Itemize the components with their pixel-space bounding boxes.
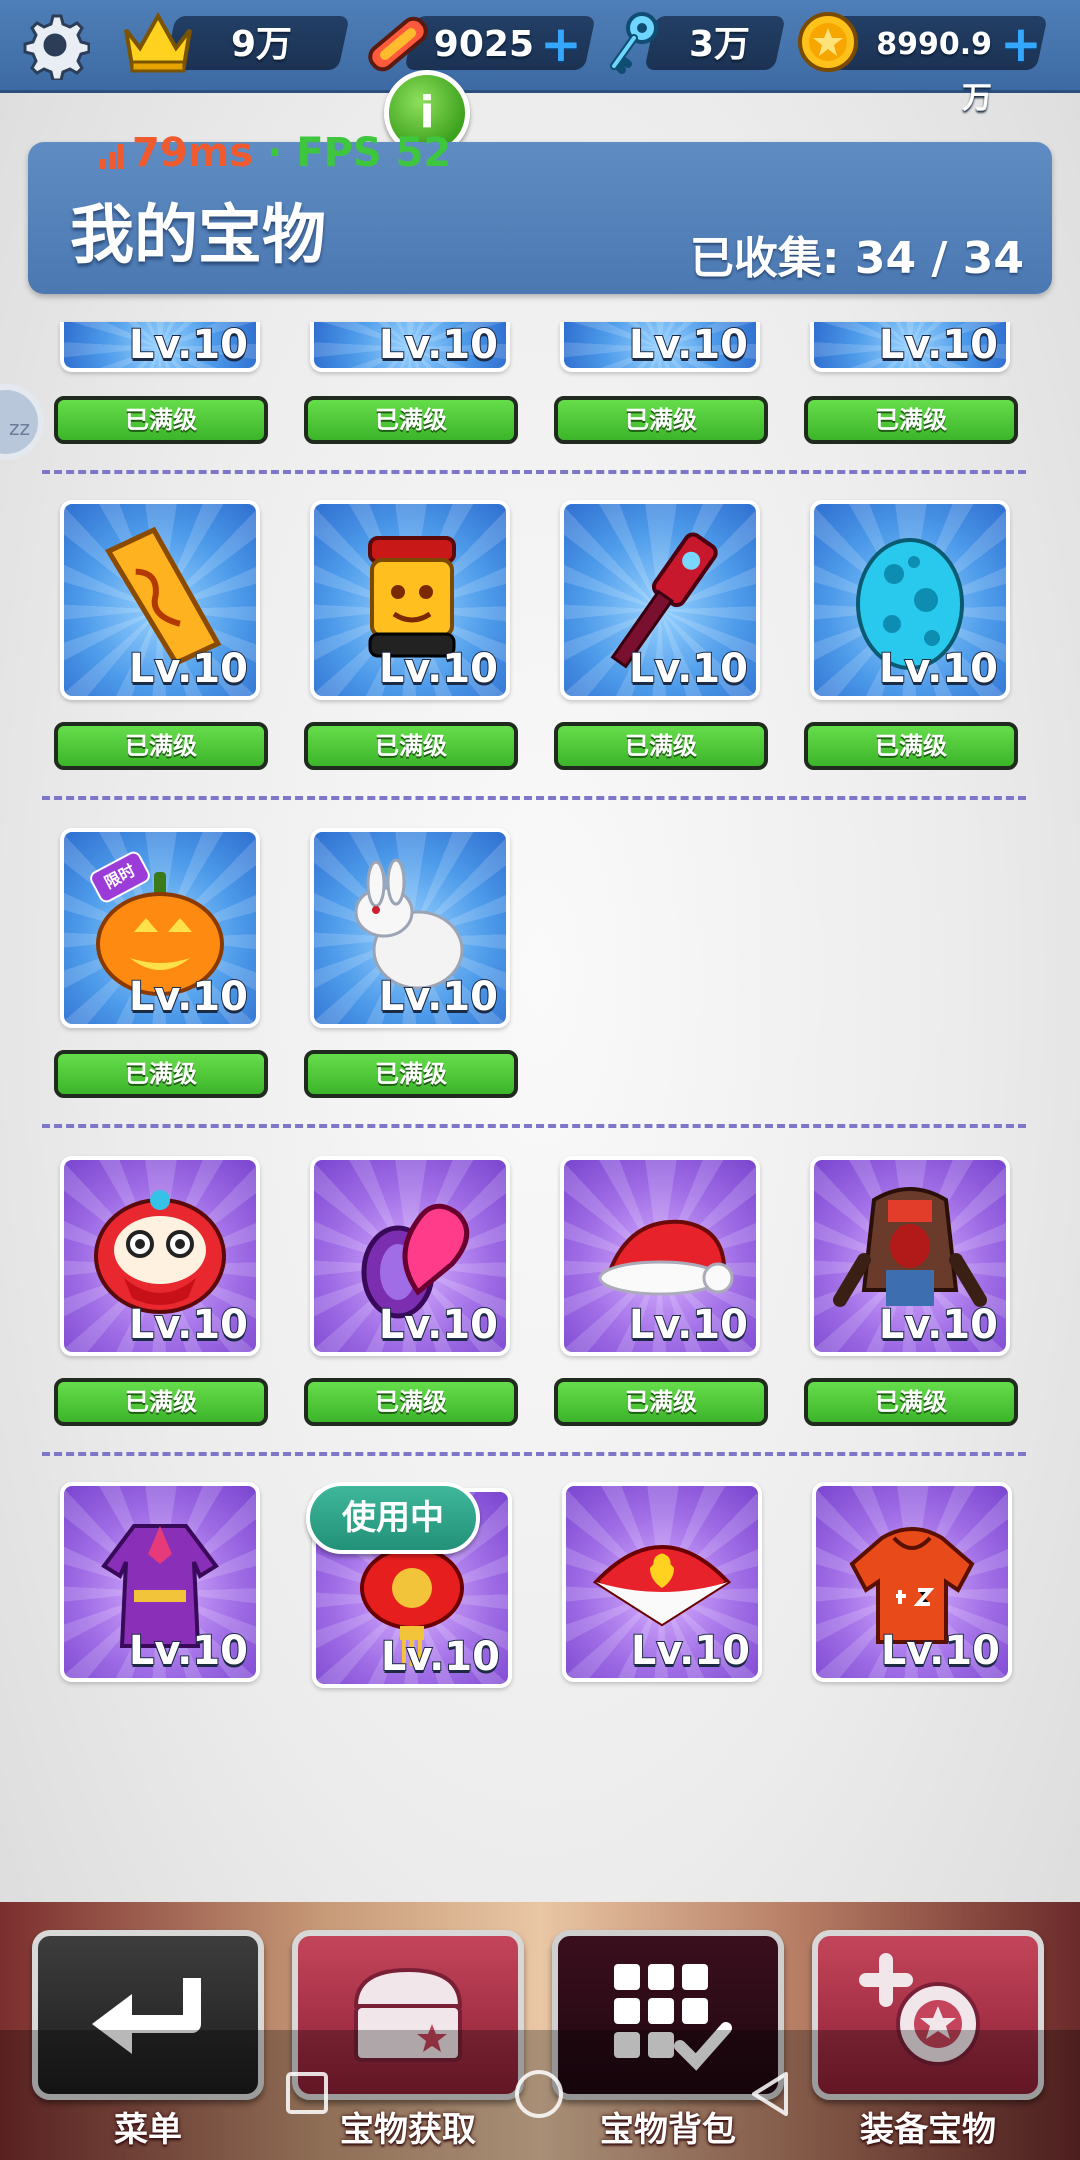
key-count: 3万 — [688, 24, 750, 65]
collected-label: 已收集: — [689, 233, 840, 284]
max-level-button[interactable]: 已满级 — [304, 396, 518, 444]
item-card[interactable]: Lv.10 — [560, 322, 760, 372]
collected-counter: 已收集: 34 / 34 — [690, 222, 1024, 286]
fps-value: FPS 52 — [296, 130, 452, 176]
item-card[interactable]: Lv.10 — [310, 322, 510, 372]
item-level: Lv.10 — [128, 1627, 249, 1675]
max-level-button[interactable]: 已满级 — [304, 1050, 518, 1098]
crown-count: 9万 — [230, 24, 292, 65]
system-back-icon[interactable] — [748, 2070, 792, 2118]
item-card-purple-robe[interactable]: Lv.10 — [60, 1482, 260, 1682]
item-card-pumpkin[interactable]: 限时 Lv.10 — [60, 828, 260, 1028]
key-icon — [610, 12, 658, 74]
max-level-button[interactable]: 已满级 — [554, 1378, 768, 1426]
row-divider — [42, 1124, 1026, 1128]
item-card-cyan-egg[interactable]: Lv.10 — [810, 500, 1010, 700]
item-card-white-rabbit[interactable]: Lv.10 — [310, 828, 510, 1028]
item-level: Lv.10 — [378, 1301, 499, 1349]
system-home-icon[interactable] — [512, 2070, 566, 2124]
item-card-santa-hat[interactable]: Lv.10 — [560, 1156, 760, 1356]
max-level-button[interactable]: 已满级 — [54, 1378, 268, 1426]
item-card[interactable]: Lv.10 — [60, 322, 260, 372]
item-level: Lv.10 — [128, 322, 249, 368]
item-card-heart-fan[interactable]: Lv.10 — [562, 1482, 762, 1682]
max-level-button[interactable]: 已满级 — [304, 722, 518, 770]
row-divider — [42, 796, 1026, 800]
item-level: Lv.10 — [128, 1301, 249, 1349]
item-level: Lv.10 — [628, 322, 749, 368]
top-currency-bar: 9万 9025 + i 3万 8990.9万 + — [0, 0, 1080, 156]
add-tickets-button[interactable]: + — [540, 19, 582, 69]
coin-icon — [798, 12, 858, 72]
max-level-button[interactable]: 已满级 — [554, 722, 768, 770]
item-card-lion-dance-head[interactable]: Lv.10 — [60, 1156, 260, 1356]
max-level-button[interactable]: 已满级 — [804, 396, 1018, 444]
overlay-separator: · — [253, 130, 297, 176]
item-level: Lv.10 — [378, 645, 499, 693]
item-level: Lv.10 — [380, 1633, 501, 1681]
item-card-hooded-monster[interactable]: Lv.10 — [810, 1156, 1010, 1356]
item-card[interactable]: Lv.10 — [810, 322, 1010, 372]
page-title: 我的宝物 — [70, 199, 326, 273]
coin-count: 8990.9万 — [876, 27, 992, 116]
ping-value: 79ms — [132, 130, 254, 176]
row-divider — [42, 1452, 1026, 1456]
item-card-golden-scroll[interactable]: Lv.10 — [60, 500, 260, 700]
item-level: Lv.10 — [630, 1627, 751, 1675]
item-level: Lv.10 — [878, 322, 999, 368]
nav-equip-treasure-label: 装备宝物 — [860, 2110, 996, 2150]
item-level: Lv.10 — [628, 645, 749, 693]
item-level: Lv.10 — [128, 645, 249, 693]
item-card-golden-lion-drum[interactable]: Lv.10 — [310, 500, 510, 700]
max-level-button[interactable]: 已满级 — [54, 722, 268, 770]
system-recent-apps-icon[interactable] — [284, 2070, 330, 2116]
collected-value: 34 / 34 — [854, 233, 1024, 284]
side-drawer-handle[interactable]: zz — [0, 384, 44, 460]
item-card-heart-ring[interactable]: Lv.10 — [310, 1156, 510, 1356]
item-level: Lv.10 — [378, 322, 499, 368]
add-coins-button[interactable]: + — [1000, 19, 1042, 69]
item-level: Lv.10 — [378, 973, 499, 1021]
signal-bars-icon — [100, 144, 124, 169]
item-card-magic-guitar[interactable]: Lv.10 — [560, 500, 760, 700]
nav-menu-label: 菜单 — [114, 2110, 182, 2150]
max-level-button[interactable]: 已满级 — [804, 722, 1018, 770]
max-level-button[interactable]: 已满级 — [304, 1378, 518, 1426]
max-level-button[interactable]: 已满级 — [54, 1050, 268, 1098]
row-divider — [42, 470, 1026, 474]
max-level-button[interactable]: 已满级 — [554, 396, 768, 444]
item-card-red-hoodie[interactable]: Lv.10 — [812, 1482, 1012, 1682]
ticket-count: 9025 — [433, 24, 534, 65]
item-level: Lv.10 — [628, 1301, 749, 1349]
item-level: Lv.10 — [128, 973, 249, 1021]
max-level-button[interactable]: 已满级 — [54, 396, 268, 444]
settings-gear-icon[interactable] — [20, 10, 90, 80]
network-overlay: 79ms · FPS 52 — [98, 130, 451, 176]
item-level: Lv.10 — [878, 645, 999, 693]
item-level: Lv.10 — [880, 1627, 1001, 1675]
in-use-badge: 使用中 — [306, 1482, 480, 1554]
item-level: Lv.10 — [878, 1301, 999, 1349]
max-level-button[interactable]: 已满级 — [804, 1378, 1018, 1426]
